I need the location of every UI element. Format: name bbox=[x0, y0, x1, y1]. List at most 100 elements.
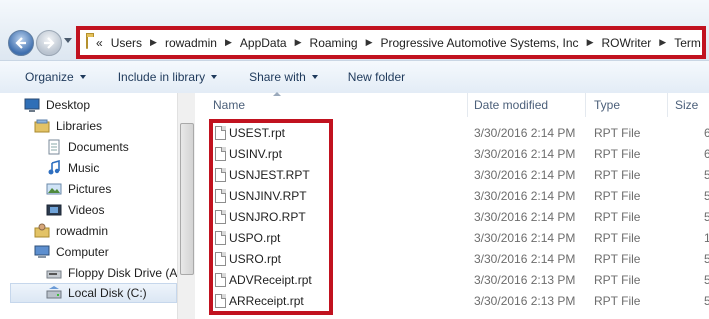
file-date: 3/30/2016 2:14 PM bbox=[474, 147, 576, 161]
local-disk-icon bbox=[46, 285, 62, 301]
file-icon bbox=[215, 168, 226, 182]
nav-item-pictures[interactable]: Pictures bbox=[46, 179, 111, 199]
chevron-right-icon[interactable]: ▶ bbox=[587, 37, 594, 48]
file-size: 5 bbox=[704, 168, 709, 182]
nav-item-music[interactable]: Music bbox=[46, 158, 99, 178]
sort-indicator-icon bbox=[273, 92, 281, 96]
file-date: 3/30/2016 2:14 PM bbox=[474, 231, 576, 245]
file-row[interactable]: USNJINV.RPT 3/30/2016 2:14 PM RPT File 5 bbox=[195, 186, 709, 207]
file-name: USPO.rpt bbox=[229, 231, 281, 245]
column-header-date[interactable]: Date modified bbox=[474, 98, 548, 112]
nav-label-videos: Videos bbox=[68, 203, 105, 217]
back-button[interactable] bbox=[8, 30, 34, 56]
file-name: ADVReceipt.rpt bbox=[229, 273, 312, 287]
file-size: 5 bbox=[704, 294, 709, 308]
navigation-scrollbar[interactable] bbox=[177, 93, 195, 319]
floppy-drive-icon bbox=[46, 265, 62, 281]
forward-arrow-icon bbox=[44, 37, 55, 49]
include-in-library-button[interactable]: Include in library bbox=[106, 70, 229, 84]
nav-label-desktop: Desktop bbox=[46, 98, 91, 112]
organize-label: Organize bbox=[25, 70, 74, 84]
nav-label-local-disk: Local Disk (C:) bbox=[68, 286, 147, 300]
nav-item-libraries[interactable]: Libraries bbox=[34, 116, 102, 136]
chevron-right-icon[interactable]: ▶ bbox=[225, 37, 232, 48]
file-row[interactable]: USINV.rpt 3/30/2016 2:14 PM RPT File 6 bbox=[195, 144, 709, 165]
file-type: RPT File bbox=[594, 147, 641, 161]
column-divider[interactable] bbox=[667, 93, 668, 117]
column-divider[interactable] bbox=[467, 93, 468, 117]
music-icon bbox=[46, 159, 62, 176]
breadcrumb-users[interactable]: Users bbox=[111, 36, 142, 50]
file-type: RPT File bbox=[594, 126, 641, 140]
breadcrumb-roaming[interactable]: Roaming bbox=[310, 36, 358, 50]
file-type: RPT File bbox=[594, 168, 641, 182]
chevron-right-icon[interactable]: ▶ bbox=[659, 37, 666, 48]
file-icon bbox=[215, 273, 226, 287]
file-row[interactable]: USNJEST.RPT 3/30/2016 2:14 PM RPT File 5 bbox=[195, 165, 709, 186]
file-size: 5 bbox=[704, 189, 709, 203]
chevron-down-icon bbox=[211, 75, 218, 79]
column-divider[interactable] bbox=[585, 93, 586, 117]
file-name: USEST.rpt bbox=[229, 126, 286, 140]
nav-label-floppy: Floppy Disk Drive (A:) bbox=[68, 266, 185, 280]
file-size: 5 bbox=[704, 210, 709, 224]
file-date: 3/30/2016 2:14 PM bbox=[474, 168, 576, 182]
chevron-right-icon[interactable]: ▶ bbox=[366, 37, 373, 48]
nav-label-computer: Computer bbox=[56, 245, 109, 259]
nav-item-documents[interactable]: Documents bbox=[46, 137, 129, 157]
share-with-button[interactable]: Share with bbox=[237, 70, 330, 84]
file-type: RPT File bbox=[594, 210, 641, 224]
file-size: 5 bbox=[704, 252, 709, 266]
chevron-right-icon[interactable]: ▶ bbox=[150, 37, 157, 48]
column-header-type[interactable]: Type bbox=[594, 98, 620, 112]
back-arrow-icon bbox=[15, 37, 26, 49]
nav-item-videos[interactable]: Videos bbox=[46, 200, 104, 220]
file-date: 3/30/2016 2:13 PM bbox=[474, 294, 576, 308]
file-type: RPT File bbox=[594, 231, 641, 245]
nav-label-libraries: Libraries bbox=[56, 119, 103, 133]
breadcrumb-rowriter[interactable]: ROWriter bbox=[601, 36, 651, 50]
breadcrumb-rowadmin[interactable]: rowadmin bbox=[165, 36, 217, 50]
file-row[interactable]: USRO.rpt 3/30/2016 2:14 PM RPT File 5 bbox=[195, 249, 709, 270]
file-row[interactable]: ARReceipt.rpt 3/30/2016 2:13 PM RPT File… bbox=[195, 291, 709, 312]
file-row[interactable]: USPO.rpt 3/30/2016 2:14 PM RPT File 1 bbox=[195, 228, 709, 249]
file-row[interactable]: ADVReceipt.rpt 3/30/2016 2:13 PM RPT Fil… bbox=[195, 270, 709, 291]
nav-item-computer[interactable]: Computer bbox=[34, 242, 109, 262]
folder-icon bbox=[86, 33, 94, 49]
file-size: 5 bbox=[704, 273, 709, 287]
file-name: USNJINV.RPT bbox=[229, 189, 307, 203]
column-header-size[interactable]: Size bbox=[675, 98, 698, 112]
scrollbar-thumb[interactable] bbox=[180, 123, 194, 275]
forward-button[interactable] bbox=[36, 30, 62, 56]
file-size: 1 bbox=[704, 231, 709, 245]
file-icon bbox=[215, 126, 226, 140]
column-headers: Name Date modified Type Size bbox=[195, 92, 709, 117]
file-icon bbox=[215, 294, 226, 308]
breadcrumb-progressive[interactable]: Progressive Automotive Systems, Inc bbox=[380, 36, 578, 50]
nav-label-documents: Documents bbox=[68, 140, 129, 154]
recent-pages-dropdown[interactable] bbox=[64, 38, 72, 43]
nav-label-rowadmin: rowadmin bbox=[56, 224, 109, 238]
nav-item-local-disk[interactable]: Local Disk (C:) bbox=[10, 283, 177, 303]
column-header-name[interactable]: Name bbox=[213, 98, 245, 112]
breadcrumb[interactable]: « Users ▶ rowadmin ▶ AppData ▶ Roaming ▶… bbox=[76, 26, 706, 59]
nav-label-pictures: Pictures bbox=[68, 182, 112, 196]
file-date: 3/30/2016 2:14 PM bbox=[474, 126, 576, 140]
nav-item-desktop[interactable]: Desktop bbox=[24, 95, 90, 115]
breadcrumb-term[interactable]: Term bbox=[674, 36, 701, 50]
file-type: RPT File bbox=[594, 252, 641, 266]
organize-menu-button[interactable]: Organize bbox=[0, 70, 98, 84]
chevron-right-icon[interactable]: ▶ bbox=[295, 37, 302, 48]
breadcrumb-overflow[interactable]: « bbox=[96, 36, 103, 50]
file-size: 6 bbox=[704, 147, 709, 161]
nav-item-floppy[interactable]: Floppy Disk Drive (A:) bbox=[46, 263, 185, 283]
chevron-down-icon bbox=[79, 75, 86, 79]
file-row[interactable]: USEST.rpt 3/30/2016 2:14 PM RPT File 6 bbox=[195, 123, 709, 144]
videos-icon bbox=[46, 202, 62, 218]
breadcrumb-appdata[interactable]: AppData bbox=[240, 36, 287, 50]
nav-item-rowadmin[interactable]: rowadmin bbox=[34, 221, 108, 241]
file-name: USRO.rpt bbox=[229, 252, 282, 266]
new-folder-button[interactable]: New folder bbox=[336, 70, 417, 84]
computer-icon bbox=[34, 244, 50, 260]
file-row[interactable]: USNJRO.RPT 3/30/2016 2:14 PM RPT File 5 bbox=[195, 207, 709, 228]
